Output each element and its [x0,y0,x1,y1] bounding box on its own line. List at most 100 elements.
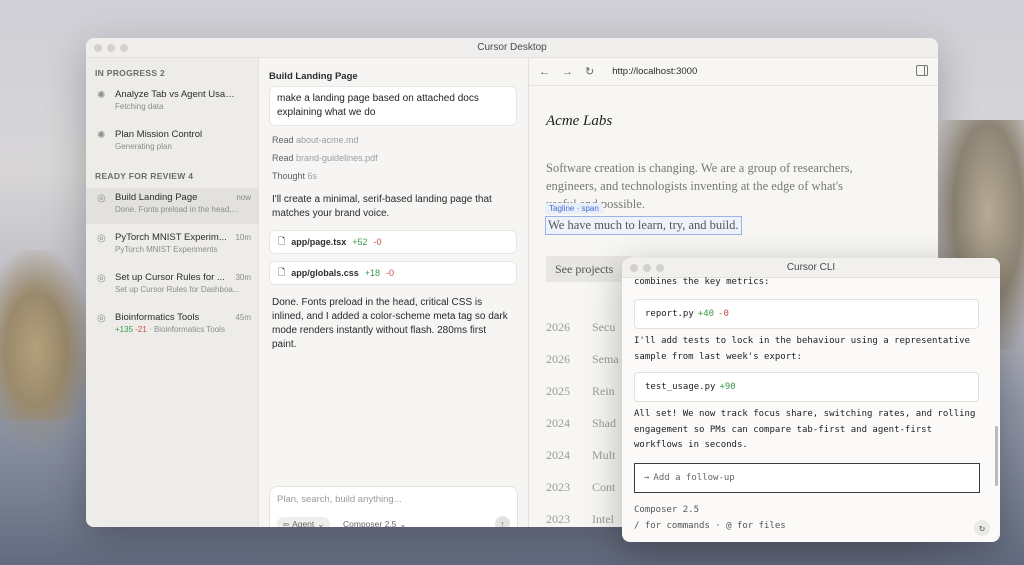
sidebar-item-cursor-rules[interactable]: ◎ Set up Cursor Rules for ... 30m Set up… [86,268,258,304]
lines-added: +18 [364,268,381,278]
project-year: 2024 [546,416,570,430]
thought-duration: 6s [307,171,318,181]
read-verb: Read [272,153,294,163]
project-row[interactable]: 2023 Intel [546,512,614,527]
item-title: Set up Cursor Rules for ... [115,272,225,283]
arrow-up-icon: ↑ [500,518,505,528]
cli-file-report-py[interactable]: report.py +40 -0 [634,299,979,329]
window-title: Cursor Desktop [477,42,547,53]
project-name: Secu [592,320,616,334]
arrow-right-icon: → [644,473,650,483]
chevron-down-icon: ⌄ [399,518,407,528]
project-name: Mult [592,448,616,462]
model-label: Composer 2.5 [343,519,397,527]
zoom-window-button[interactable] [120,44,128,52]
back-arrow-icon[interactable]: ← [539,66,550,78]
item-subtitle: Set up Cursor Rules for Dashboa... [115,285,240,294]
in-progress-header: IN PROGRESS 2 [95,68,166,78]
sidebar-item-bioinformatics[interactable]: ◎ Bioinformatics Tools 45m +135 -21 · Bi… [86,308,258,344]
chat-composer[interactable]: Plan, search, build anything... ∞ Agent ⌄ … [269,486,518,527]
cli-model-label: Composer 2.5 [634,505,700,515]
file-change-page-tsx[interactable]: 🗋 app/page.tsx +52 -0 [269,230,517,254]
minimize-window-button[interactable] [643,264,651,272]
project-row[interactable]: 2024 Mult [546,448,615,463]
zoom-window-button[interactable] [656,264,664,272]
send-button[interactable]: ↑ [495,516,510,527]
item-title: Plan Mission Control [115,129,203,140]
lines-removed: -0 [373,237,382,247]
read-target: about-acme.md [296,135,359,145]
sidebar-item-mission-control[interactable]: ✺ Plan Mission Control Generating plan [86,125,258,161]
project-name: Shad [592,416,616,430]
ready-for-review-header: READY FOR REVIEW 4 [95,171,194,181]
sidebar-item-analyze-usage[interactable]: ✺ Analyze Tab vs Agent Usage P... Fetchi… [86,85,258,121]
item-time: now [236,193,251,202]
see-projects-button[interactable]: See projects [546,256,631,282]
assistant-reply: I'll create a minimal, serif-based landi… [272,194,492,219]
lines-added: +40 [697,309,715,319]
project-row[interactable]: 2025 Rein [546,384,615,399]
item-subtitle: Done. Fonts preload in the head,... [115,205,239,214]
window-controls [94,44,128,52]
project-row[interactable]: 2026 Secu [546,320,615,335]
lines-added: +52 [352,237,368,247]
tagline-text[interactable]: We have much to learn, try, and build. [545,216,742,235]
file-name: app/globals.css [291,268,359,278]
cli-message: All set! We now track focus share, switc… [634,409,976,450]
lines-removed: -21 [135,325,147,334]
followup-input[interactable]: → Add a follow-up [634,463,980,493]
close-window-button[interactable] [630,264,638,272]
user-message: make a landing page based on attached do… [269,86,517,126]
close-window-button[interactable] [94,44,102,52]
project-year: 2026 [546,320,570,334]
spinner-icon: ✺ [97,130,106,141]
check-circle-icon: ◎ [97,313,106,324]
project-name: Sema [592,352,619,366]
project-row[interactable]: 2023 Cont [546,480,615,495]
minimize-window-button[interactable] [107,44,115,52]
brand-title: Acme Labs [546,113,613,129]
item-time: 45m [235,313,251,322]
cli-title: Cursor CLI [786,262,836,273]
item-subtitle: +135 -21 · Bioinformatics Tools [115,325,240,334]
cli-scrollbar[interactable] [995,426,998,486]
window-titlebar: Cursor Desktop [86,38,938,58]
project-row[interactable]: 2026 Sema [546,352,619,367]
refresh-icon[interactable]: ↻ [974,520,990,536]
project-year: 2024 [546,448,570,462]
file-name: app/page.tsx [291,237,347,247]
url-bar[interactable]: http://localhost:3000 [612,66,697,77]
file-name: report.py [645,309,694,319]
project-name: Rein [592,384,615,398]
composer-input[interactable]: Plan, search, build anything... [277,494,402,505]
sidebar-item-build-landing-page[interactable]: ◎ Build Landing Page now Done. Fonts pre… [86,188,258,224]
item-subtitle: PyTorch MNIST Experiments [115,245,218,254]
browser-navbar: ← → ↻ http://localhost:3000 [529,58,938,86]
cli-output-line: combines the key metrics: [634,277,770,287]
cursor-cli-window: Cursor CLI combines the key metrics: rep… [622,258,1000,542]
thought-step: Thought 6s [272,171,317,181]
cli-message: I'll add tests to lock in the behaviour … [634,336,970,362]
file-change-globals-css[interactable]: 🗋 app/globals.css +18 -0 [269,261,517,285]
cli-file-test-usage-py[interactable]: test_usage.py +90 [634,372,979,402]
project-row[interactable]: 2024 Shad [546,416,616,431]
project-year: 2025 [546,384,570,398]
item-time: 10m [235,233,251,242]
project-year: 2026 [546,352,570,366]
project-name: Intel [592,512,614,526]
reload-icon[interactable]: ↻ [585,65,594,78]
item-subtitle: Fetching data [115,102,164,111]
sidebar-item-pytorch-mnist[interactable]: ◎ PyTorch MNIST Experim... 10m PyTorch M… [86,228,258,264]
cli-window-controls [630,264,664,272]
spinner-icon: ✺ [97,90,106,101]
item-title: Build Landing Page [115,192,198,203]
forward-arrow-icon[interactable]: → [562,66,573,78]
agent-mode-selector[interactable]: ∞ Agent ⌄ [277,517,331,527]
project-year: 2023 [546,512,570,526]
lines-added: +90 [719,382,736,392]
agent-mode-label: Agent [292,519,315,527]
model-selector[interactable]: Composer 2.5 ⌄ [343,517,407,528]
file-name: test_usage.py [645,382,716,392]
toggle-panel-icon[interactable] [916,65,928,76]
read-step: Read about-acme.md [272,135,359,145]
